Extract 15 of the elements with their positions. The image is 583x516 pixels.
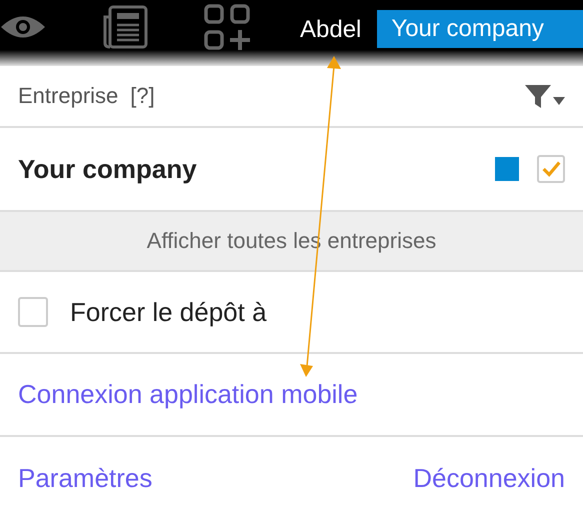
checkbox-label: Forcer le dépôt à (70, 296, 267, 328)
mobile-login-link[interactable]: Connexion application mobile (18, 379, 358, 410)
settings-link[interactable]: Paramètres (18, 462, 152, 494)
force-checkbox[interactable] (18, 297, 48, 327)
add-app-icon[interactable] (204, 4, 250, 50)
user-name[interactable]: Abdel (300, 16, 362, 44)
company-tab[interactable]: Your company (377, 10, 583, 48)
company-name: Your company (18, 154, 197, 184)
eye-icon[interactable] (0, 14, 46, 40)
help-link[interactable]: [?] (130, 83, 155, 109)
company-checkbox[interactable] (537, 155, 565, 183)
logout-link[interactable]: Déconnexion (413, 462, 565, 494)
newspaper-icon[interactable] (102, 5, 148, 49)
section-label: Entreprise (18, 83, 118, 109)
filter-icon[interactable] (525, 83, 565, 109)
